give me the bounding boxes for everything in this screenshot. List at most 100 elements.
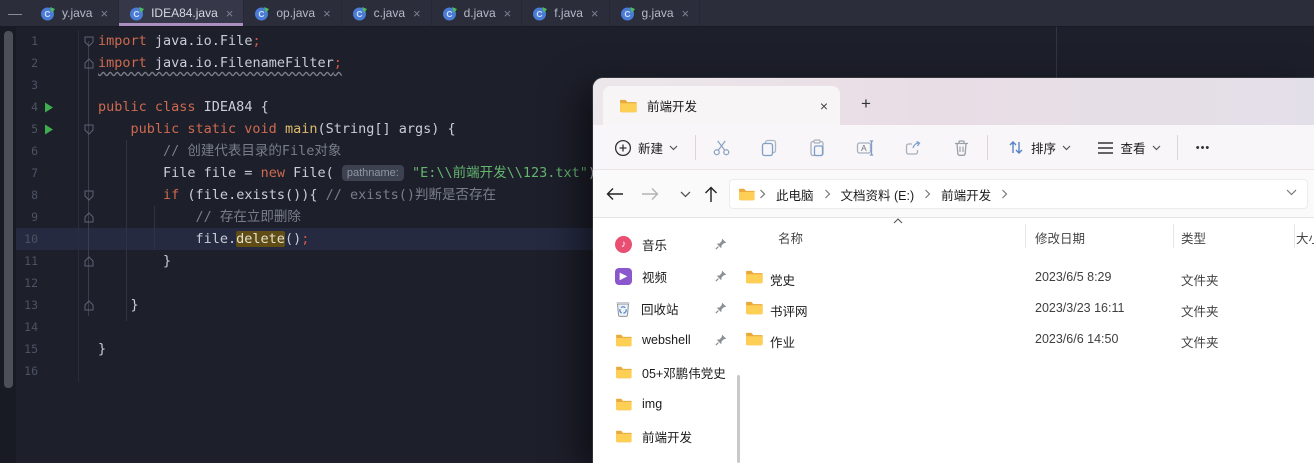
breadcrumb-item[interactable]: 文档资料 (E:) [835,185,921,204]
tab-close-icon[interactable]: × [226,6,234,21]
fold-marker-icon[interactable] [78,30,98,52]
run-arrow-icon[interactable] [38,118,78,140]
breadcrumb-bar[interactable]: 此电脑 文档资料 (E:) 前端开发 [729,179,1308,209]
column-header-类型[interactable]: 类型 [1181,228,1206,247]
sidebar-item-img[interactable]: img [601,389,737,419]
column-header-大小[interactable]: 大小 [1296,228,1314,247]
svg-text:C: C [624,9,630,19]
sidebar-item-05+邓鹏伟党史[interactable]: 05+邓鹏伟党史 [601,357,737,387]
column-header-修改日期[interactable]: 修改日期 [1035,228,1085,247]
editor-tab-c.java[interactable]: C c.java × [342,0,432,26]
new-button[interactable]: 新建 [603,125,689,170]
column-separator[interactable] [1173,224,1174,248]
java-class-icon: C [532,6,548,21]
breadcrumb-item[interactable]: 前端开发 [935,185,997,204]
up-icon[interactable] [699,182,723,206]
new-button-label: 新建 [637,142,663,156]
breadcrumb-item[interactable]: 此电脑 [770,185,820,204]
more-options-button[interactable]: ••• [1183,125,1223,170]
sort-button[interactable]: 排序 [995,125,1083,170]
line-number: 5 [31,122,38,136]
rename-icon: A [856,139,873,156]
editor-tab-d.java[interactable]: C d.java × [432,0,523,26]
fold-marker-icon[interactable] [78,118,98,140]
code-text: if (file.exists()){ // exists()判断是否存在 [163,187,497,203]
file-row-书评网[interactable]: 书评网 2023/3/23 16:11 文件夹 [745,293,1314,324]
sidebar-item-音乐[interactable]: ♪ 音乐 [601,229,737,259]
explorer-tab[interactable]: 前端开发 × [603,86,840,125]
tab-close-icon[interactable]: × [820,98,828,114]
sidebar-item-label: webshell [642,333,691,347]
gutter-fold-column [78,140,98,162]
editor-tab-g.java[interactable]: C g.java × [610,0,701,26]
gutter-fold-column [78,96,98,118]
editor-tab-f.java[interactable]: C f.java × [522,0,610,26]
recent-chevron-icon[interactable] [673,182,697,206]
line-number: 8 [31,188,38,202]
svg-text:C: C [259,9,265,19]
sidebar-item-前端开发[interactable]: 前端开发 [601,421,737,451]
folder-icon [615,397,632,411]
file-row-党史[interactable]: 党史 2023/6/5 8:29 文件夹 [745,262,1314,293]
copy-button[interactable] [751,125,787,170]
new-tab-button[interactable]: + [851,90,881,118]
sidebar-item-回收站[interactable]: 回收站 [601,293,737,323]
editor-left-scrollbar[interactable] [4,31,13,388]
ide-tab-bar: — C y.java × C IDEA84.java × C op.java × C … [0,0,1314,27]
code-text: // 存在立即删除 [195,209,301,225]
tab-close-icon[interactable]: × [100,6,108,21]
share-button[interactable] [895,125,931,170]
tab-close-icon[interactable]: × [323,6,331,21]
toolbar-divider [1177,135,1178,160]
fold-marker-icon[interactable] [78,250,98,272]
pin-icon [715,270,727,282]
recycle-bin-icon [615,300,631,317]
fold-marker-icon[interactable] [78,52,98,74]
sidebar-item-视频[interactable]: ▶ 视频 [601,261,737,291]
file-name: 作业 [770,336,796,350]
paste-icon [810,138,824,156]
folder-icon [615,429,632,443]
sidebar-item-label: 前端开发 [642,430,693,445]
file-name: 书评网 [770,305,808,319]
music-icon: ♪ [615,235,632,253]
sidebar-scrollbar[interactable] [737,375,740,463]
rename-button[interactable]: A [847,125,883,170]
fold-marker-icon[interactable] [78,294,98,316]
file-row-作业[interactable]: 作业 2023/6/6 14:50 文件夹 [745,324,1314,355]
breadcrumb-chevron-icon [824,189,831,199]
editor-tab-y.java[interactable]: C y.java × [30,0,120,26]
forward-icon[interactable] [638,182,662,206]
column-separator[interactable] [1294,224,1295,248]
tab-close-icon[interactable]: × [682,6,690,21]
tab-close-icon[interactable]: × [504,6,512,21]
svg-text:C: C [356,9,362,19]
tab-close-icon[interactable]: × [413,6,421,21]
tab-close-icon[interactable]: × [591,6,599,21]
pin-icon [715,302,727,314]
delete-button[interactable] [943,125,979,170]
view-button[interactable]: 查看 [1085,125,1173,170]
editor-tab-label: c.java [373,6,406,20]
gutter-run-column [38,30,78,52]
run-arrow-icon[interactable] [38,96,78,118]
editor-tab-label: g.java [641,6,674,20]
gutter-run-column [38,228,78,250]
editor-tab-IDEA84.java[interactable]: C IDEA84.java × [119,0,245,26]
file-modified-date: 2023/6/5 8:29 [1035,270,1112,284]
column-separator[interactable] [1025,224,1026,248]
line-number: 11 [24,254,38,268]
chevron-down-icon [1152,145,1160,150]
address-chevron-icon[interactable] [1286,189,1297,196]
sidebar-item-webshell[interactable]: webshell [601,325,737,355]
line-number: 3 [31,78,38,92]
paste-button[interactable] [799,125,835,170]
editor-tab-op.java[interactable]: C op.java × [244,0,342,26]
column-header-名称[interactable]: 名称 [778,228,803,247]
fold-marker-icon[interactable] [78,206,98,228]
fold-marker-icon[interactable] [78,184,98,206]
tabbar-dash-icon[interactable]: — [0,0,30,26]
back-icon[interactable] [603,182,627,206]
pin-icon [715,334,727,346]
cut-button[interactable] [703,125,739,170]
